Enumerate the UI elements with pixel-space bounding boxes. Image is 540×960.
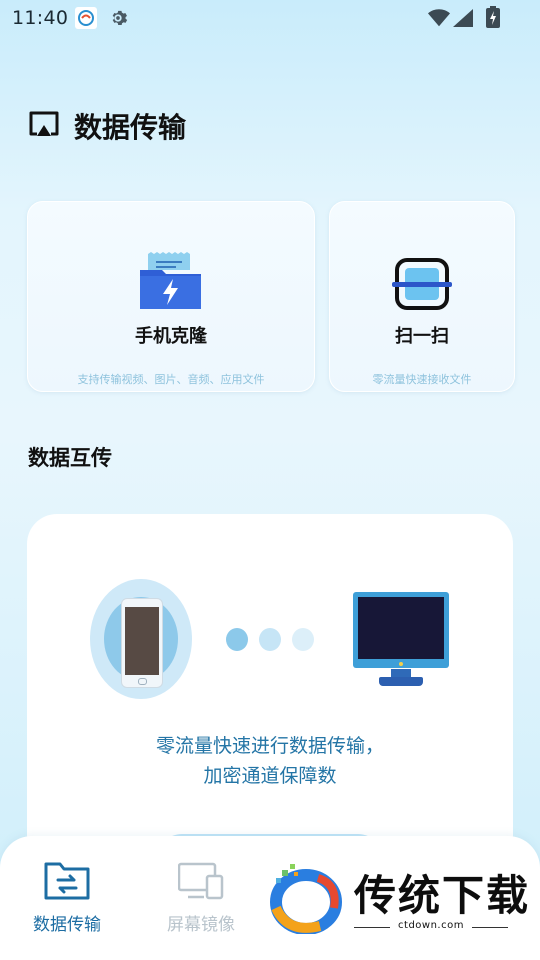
scan-card[interactable]: 扫一扫 零流量快速接收文件 (329, 201, 515, 392)
transfer-description-line-1: 零流量快速进行数据传输， (155, 735, 384, 757)
screen-mirror-icon (177, 862, 224, 904)
monitor-icon (353, 592, 449, 668)
phone-clone-title: 手机克隆 (135, 326, 207, 347)
watermark-brand: 传统下载 (354, 871, 531, 920)
page-title: 数据传输 (74, 111, 187, 144)
tab-screen-mirror[interactable]: 屏幕镜像 (151, 862, 251, 942)
transfer-description: 零流量快速进行数据传输， 加密通道保障数 (27, 731, 513, 791)
transfer-dot (226, 628, 248, 651)
status-bar: 11:40 (0, 0, 540, 36)
tab-screen-mirror-label: 屏幕镜像 (167, 915, 235, 935)
section-title: 数据互传 (28, 446, 112, 470)
folder-lightning-icon (140, 252, 202, 314)
scan-title: 扫一扫 (395, 326, 449, 347)
scan-icon (392, 256, 452, 316)
ctdown-logo-icon (268, 864, 344, 938)
scan-subtitle: 零流量快速接收文件 (372, 373, 472, 386)
phone-clone-card[interactable]: 手机克隆 支持传输视频、图片、音频、应用文件 (27, 201, 315, 392)
status-time: 11:40 (12, 7, 69, 29)
app-notification-icon (75, 7, 97, 29)
transfer-dot (259, 628, 281, 651)
watermark-logo: 传统下载 ctdown.com (268, 852, 528, 942)
transfer-description-line-2: 加密通道保障数 (203, 765, 337, 787)
tab-data-transfer[interactable]: 数据传输 (17, 862, 117, 942)
screen-cast-icon (28, 110, 60, 144)
gear-icon (107, 7, 129, 33)
cellular-signal-icon (452, 8, 474, 32)
tab-data-transfer-label: 数据传输 (33, 915, 101, 935)
phone-clone-subtitle: 支持传输视频、图片、音频、应用文件 (77, 373, 265, 386)
phone-icon (121, 598, 163, 688)
transfer-dot (292, 628, 314, 651)
battery-charging-icon (486, 6, 500, 32)
folder-transfer-icon (44, 862, 90, 904)
wifi-icon (428, 8, 450, 32)
watermark-url: ctdown.com (398, 920, 464, 931)
